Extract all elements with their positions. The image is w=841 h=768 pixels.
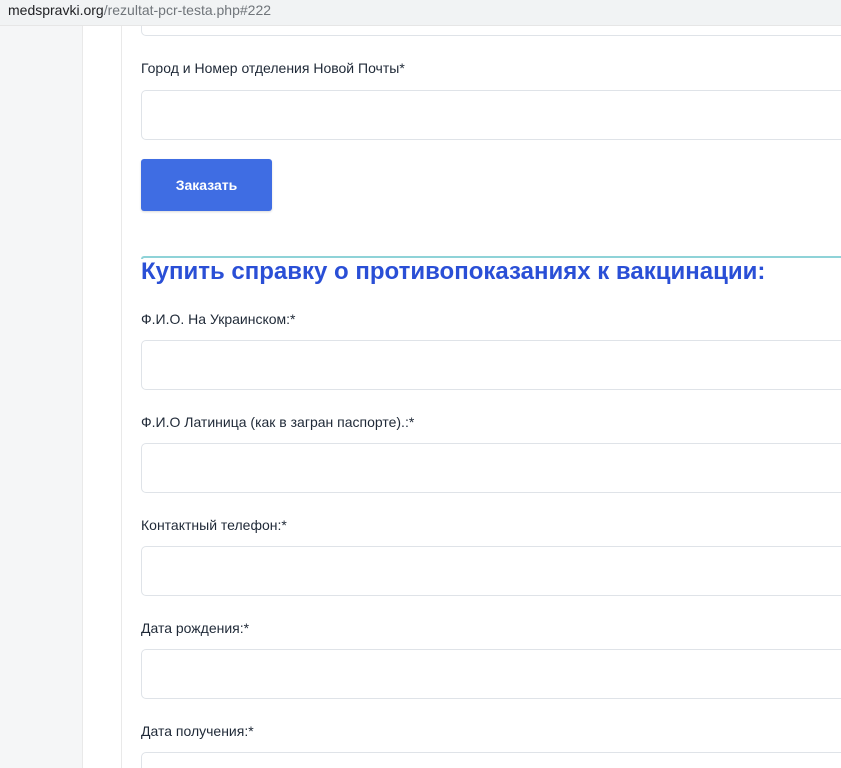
fio-latin-label: Ф.И.О Латиница (как в загран паспорте).:… (141, 414, 415, 430)
previous-field-input[interactable] (141, 26, 841, 36)
order-button[interactable]: Заказать (141, 159, 272, 211)
address-bar[interactable]: medspravki.org/rezultat-pcr-testa.php#22… (0, 0, 841, 26)
receipt-date-label: Дата получения:* (141, 723, 254, 739)
fio-ukrainian-input[interactable] (141, 340, 841, 390)
phone-input[interactable] (141, 546, 841, 596)
fio-latin-input[interactable] (141, 443, 841, 493)
fio-ukrainian-label: Ф.И.О. На Украинском:* (141, 311, 296, 327)
page-sidebar-strip (82, 26, 122, 768)
phone-label: Контактный телефон:* (141, 517, 287, 533)
url-host: medspravki.org (8, 2, 104, 18)
birth-date-input[interactable] (141, 649, 841, 699)
page-gutter (0, 26, 82, 768)
order-form: Город и Номер отделения Новой Почты* Зак… (122, 26, 841, 768)
birth-date-label: Дата рождения:* (141, 620, 250, 636)
receipt-date-input[interactable] (141, 752, 841, 768)
section-title: Купить справку о противопоказаниях к вак… (141, 258, 766, 285)
city-branch-input[interactable] (141, 90, 841, 140)
city-branch-label: Город и Номер отделения Новой Почты* (141, 60, 405, 76)
url-path: /rezultat-pcr-testa.php#222 (103, 2, 272, 18)
